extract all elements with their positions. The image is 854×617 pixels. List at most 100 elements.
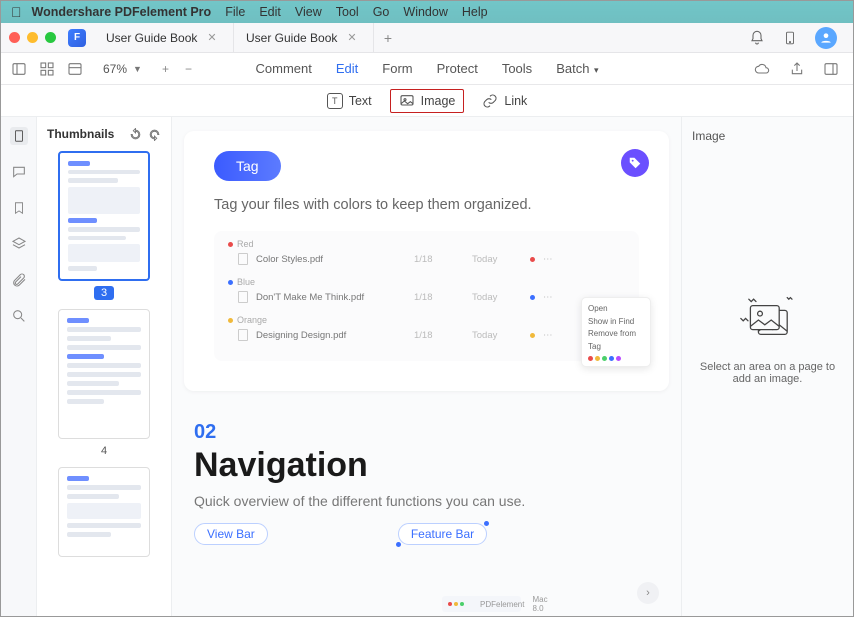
link-icon bbox=[482, 93, 498, 109]
notifications-icon[interactable] bbox=[749, 30, 765, 46]
main-toolbar: 67% ▼ + − Comment Edit Form Protect Tool… bbox=[1, 53, 853, 85]
section-subtitle: Quick overview of the different function… bbox=[194, 493, 659, 509]
edit-text-label: Text bbox=[349, 94, 372, 108]
group-label: Blue bbox=[228, 277, 625, 287]
zoom-out-button[interactable]: − bbox=[185, 62, 192, 76]
thumbnails-header: Thumbnails bbox=[47, 127, 161, 141]
new-tab-button[interactable]: + bbox=[374, 23, 402, 52]
edit-image-label: Image bbox=[421, 94, 456, 108]
page-number: 4 bbox=[47, 445, 161, 457]
tab-title: User Guide Book bbox=[246, 31, 337, 45]
tab-batch[interactable]: Batch ▾ bbox=[556, 61, 598, 76]
page-view[interactable]: Tag Tag your files with colors to keep t… bbox=[172, 117, 681, 616]
cloud-icon[interactable] bbox=[753, 61, 771, 77]
ctx-item: Tag bbox=[588, 341, 644, 354]
menu-tool[interactable]: Tool bbox=[336, 5, 359, 19]
tag-color-swatches[interactable] bbox=[588, 356, 644, 361]
sidebar-toggle-icon[interactable] bbox=[11, 61, 27, 77]
edit-image-button[interactable]: Image bbox=[390, 89, 465, 113]
menu-go[interactable]: Go bbox=[373, 5, 390, 19]
file-row[interactable]: Don'T Make Me Think.pdf1/18Today⋯ bbox=[228, 287, 625, 307]
placeholder-image-icon bbox=[736, 293, 800, 347]
toolbar-left: 67% ▼ + − bbox=[1, 61, 192, 77]
search-rail-icon[interactable] bbox=[10, 307, 28, 325]
document-tab[interactable]: User Guide Book ✕ bbox=[234, 23, 374, 52]
text-icon: T bbox=[327, 93, 343, 109]
apple-menu-icon[interactable]:  bbox=[11, 4, 22, 20]
rotate-left-icon[interactable] bbox=[129, 128, 142, 141]
section-number: 02 bbox=[194, 421, 659, 444]
row-menu-icon[interactable]: ⋯ bbox=[543, 330, 553, 341]
ctx-item[interactable]: Show in Find bbox=[588, 316, 644, 329]
minibar-label: Mac 8.0 bbox=[532, 595, 547, 613]
attachments-rail-icon[interactable] bbox=[10, 271, 28, 289]
file-row[interactable]: Color Styles.pdf1/18Today⋯ bbox=[228, 249, 625, 269]
content-card-tag: Tag Tag your files with colors to keep t… bbox=[184, 131, 669, 391]
ctx-item[interactable]: Remove from bbox=[588, 328, 644, 341]
page-thumbnail[interactable] bbox=[58, 467, 150, 557]
tab-protect[interactable]: Protect bbox=[437, 61, 478, 76]
document-tab[interactable]: User Guide Book ✕ bbox=[94, 23, 234, 52]
titlebar-right bbox=[749, 27, 845, 49]
app-body: Thumbnails 3 4 Tag bbox=[1, 117, 853, 616]
tag-dot-icon bbox=[530, 333, 535, 338]
edit-link-button[interactable]: Link bbox=[482, 93, 527, 109]
file-row[interactable]: Designing Design.pdf1/18Today⋯ bbox=[228, 325, 625, 345]
mobile-icon[interactable] bbox=[783, 30, 797, 46]
mode-tabs: Comment Edit Form Protect Tools Batch ▾ bbox=[256, 61, 599, 76]
edit-sub-toolbar: T Text Image Link bbox=[1, 85, 853, 117]
menu-edit[interactable]: Edit bbox=[259, 5, 281, 19]
share-icon[interactable] bbox=[789, 61, 805, 77]
right-panel-placeholder: Select an area on a page to add an image… bbox=[692, 293, 843, 385]
page-number-badge: 3 bbox=[47, 287, 161, 299]
minimize-window-button[interactable] bbox=[27, 32, 38, 43]
page-thumbnail[interactable] bbox=[58, 309, 150, 439]
tab-close-icon[interactable]: ✕ bbox=[207, 31, 216, 44]
tab-comment[interactable]: Comment bbox=[256, 61, 312, 76]
comments-rail-icon[interactable] bbox=[10, 163, 28, 181]
edit-text-button[interactable]: T Text bbox=[327, 93, 372, 109]
thumbnails-rail-icon[interactable] bbox=[10, 127, 28, 145]
rotate-right-icon[interactable] bbox=[148, 128, 161, 141]
menu-help[interactable]: Help bbox=[462, 5, 488, 19]
zoom-control[interactable]: 67% ▼ + − bbox=[103, 62, 192, 76]
tag-pill: Tag bbox=[214, 151, 281, 181]
menu-window[interactable]: Window bbox=[403, 5, 447, 19]
file-group: Blue Don'T Make Me Think.pdf1/18Today⋯ bbox=[228, 277, 625, 307]
close-window-button[interactable] bbox=[9, 32, 20, 43]
user-avatar[interactable] bbox=[815, 27, 837, 49]
tab-form[interactable]: Form bbox=[382, 61, 412, 76]
app-logo-icon: F bbox=[68, 29, 86, 47]
system-menubar:  Wondershare PDFelement Pro File Edit V… bbox=[1, 1, 853, 23]
page-thumbnail[interactable] bbox=[58, 151, 150, 281]
tab-tools[interactable]: Tools bbox=[502, 61, 532, 76]
panel-toggle-icon[interactable] bbox=[823, 61, 839, 77]
thumbnails-title: Thumbnails bbox=[47, 127, 114, 141]
row-menu-icon[interactable]: ⋯ bbox=[543, 254, 553, 265]
zoom-in-button[interactable]: + bbox=[162, 62, 169, 76]
chip-view-bar[interactable]: View Bar bbox=[194, 523, 268, 545]
row-menu-icon[interactable]: ⋯ bbox=[543, 292, 553, 303]
grid-view-icon[interactable] bbox=[39, 61, 55, 77]
menu-view[interactable]: View bbox=[295, 5, 322, 19]
left-rail bbox=[1, 117, 37, 616]
reading-view-icon[interactable] bbox=[67, 61, 83, 77]
ctx-item[interactable]: Open bbox=[588, 303, 644, 316]
bookmarks-rail-icon[interactable] bbox=[10, 199, 28, 217]
tab-edit[interactable]: Edit bbox=[336, 61, 358, 76]
section-title: Navigation bbox=[194, 446, 659, 485]
tab-close-icon[interactable]: ✕ bbox=[347, 31, 356, 44]
zoom-window-button[interactable] bbox=[45, 32, 56, 43]
right-panel: Image Select an area on a page to add an… bbox=[681, 117, 853, 616]
thumbnails-actions bbox=[129, 128, 161, 141]
layers-rail-icon[interactable] bbox=[10, 235, 28, 253]
group-label: Orange bbox=[228, 315, 625, 325]
toolbar-right bbox=[753, 61, 853, 77]
titlebar: F User Guide Book ✕ User Guide Book ✕ + bbox=[1, 23, 853, 53]
tag-section-icon bbox=[621, 149, 649, 177]
chip-feature-bar[interactable]: Feature Bar bbox=[398, 523, 487, 545]
next-page-button[interactable]: › bbox=[637, 582, 659, 604]
menu-file[interactable]: File bbox=[225, 5, 245, 19]
app-name[interactable]: Wondershare PDFelement Pro bbox=[32, 5, 212, 19]
group-label: Red bbox=[228, 239, 625, 249]
